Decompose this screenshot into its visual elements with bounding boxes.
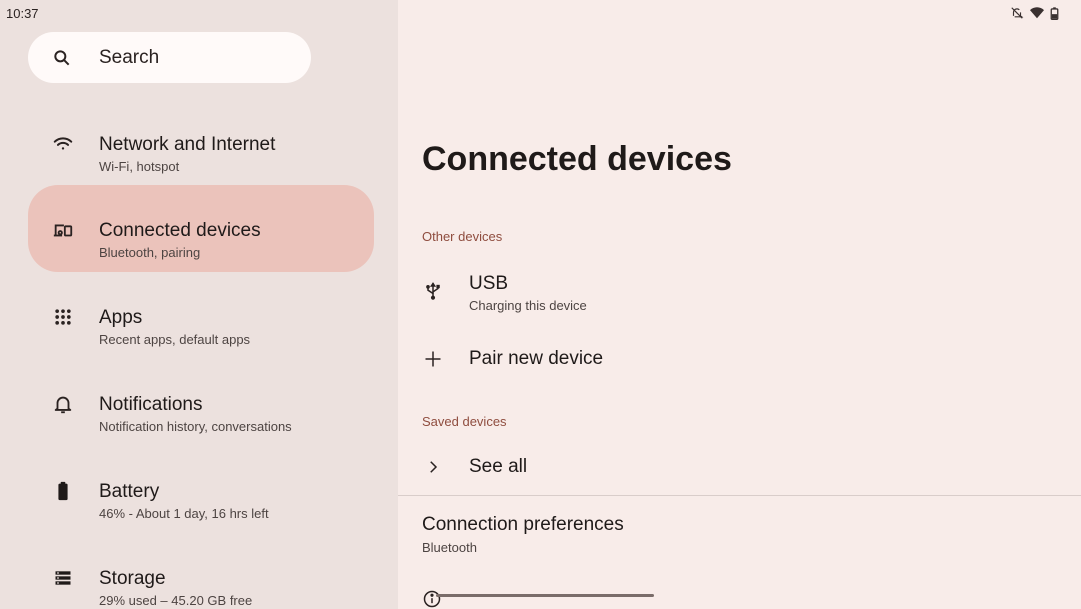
section-label-other-devices: Other devices bbox=[422, 229, 503, 244]
sidebar-item-title: Apps bbox=[99, 307, 143, 328]
connection-preferences-title: Connection preferences bbox=[422, 514, 624, 535]
sidebar-item-storage[interactable]: Storage 29% used – 45.20 GB free bbox=[28, 533, 374, 609]
pair-new-device-title: Pair new device bbox=[469, 348, 604, 369]
sidebar-item-subtitle: Notification history, conversations bbox=[99, 419, 292, 434]
see-all-title: See all bbox=[469, 456, 528, 477]
search-placeholder: Search bbox=[99, 47, 160, 68]
notifications-off-icon bbox=[1011, 7, 1024, 19]
usb-icon bbox=[422, 280, 444, 302]
detail-pane: Connected devices Other devices USB Char… bbox=[398, 0, 1081, 609]
sidebar-item-title: Storage bbox=[99, 568, 166, 589]
settings-sidebar: 10:37 Search Network and Internet Wi-Fi,… bbox=[0, 0, 398, 609]
usb-title: USB bbox=[469, 273, 509, 294]
plus-icon bbox=[422, 348, 444, 370]
sidebar-item-subtitle: Recent apps, default apps bbox=[99, 332, 251, 347]
status-time: 10:37 bbox=[6, 6, 39, 21]
sidebar-item-title: Network and Internet bbox=[99, 134, 276, 155]
chevron-right-icon bbox=[422, 456, 444, 478]
bell-icon bbox=[52, 393, 74, 415]
scroll-indicator bbox=[436, 594, 654, 597]
search-bar[interactable]: Search bbox=[28, 32, 311, 83]
section-label-saved-devices: Saved devices bbox=[422, 414, 507, 429]
sidebar-item-subtitle: Bluetooth, pairing bbox=[99, 245, 201, 260]
sidebar-item-title: Battery bbox=[99, 481, 160, 502]
sidebar-item-notifications[interactable]: Notifications Notification history, conv… bbox=[28, 359, 374, 446]
devices-icon bbox=[52, 219, 74, 241]
search-icon bbox=[54, 50, 70, 66]
apps-grid-icon bbox=[52, 306, 74, 328]
sidebar-item-subtitle: 29% used – 45.20 GB free bbox=[99, 593, 253, 608]
sidebar-item-connected-devices[interactable]: Connected devices Bluetooth, pairing bbox=[28, 185, 374, 272]
sidebar-item-title: Notifications bbox=[99, 394, 203, 415]
wifi-icon bbox=[52, 133, 74, 155]
sidebar-item-subtitle: 46% - About 1 day, 16 hrs left bbox=[99, 506, 269, 521]
connection-preferences-subtitle: Bluetooth bbox=[422, 540, 477, 555]
info-icon bbox=[423, 590, 441, 608]
sidebar-item-title: Connected devices bbox=[99, 220, 261, 241]
wifi-status-icon bbox=[1030, 7, 1044, 19]
battery-icon bbox=[52, 480, 74, 502]
sidebar-item-network[interactable]: Network and Internet Wi-Fi, hotspot bbox=[28, 99, 374, 186]
sidebar-item-apps[interactable]: Apps Recent apps, default apps bbox=[28, 272, 374, 359]
status-icons bbox=[1010, 6, 1059, 20]
usb-subtitle: Charging this device bbox=[469, 298, 587, 313]
battery-status-icon bbox=[1050, 6, 1059, 20]
divider bbox=[398, 495, 1081, 496]
page-title: Connected devices bbox=[422, 140, 732, 178]
sidebar-item-subtitle: Wi-Fi, hotspot bbox=[99, 159, 180, 174]
storage-icon bbox=[52, 567, 74, 589]
sidebar-item-battery[interactable]: Battery 46% - About 1 day, 16 hrs left bbox=[28, 446, 374, 533]
